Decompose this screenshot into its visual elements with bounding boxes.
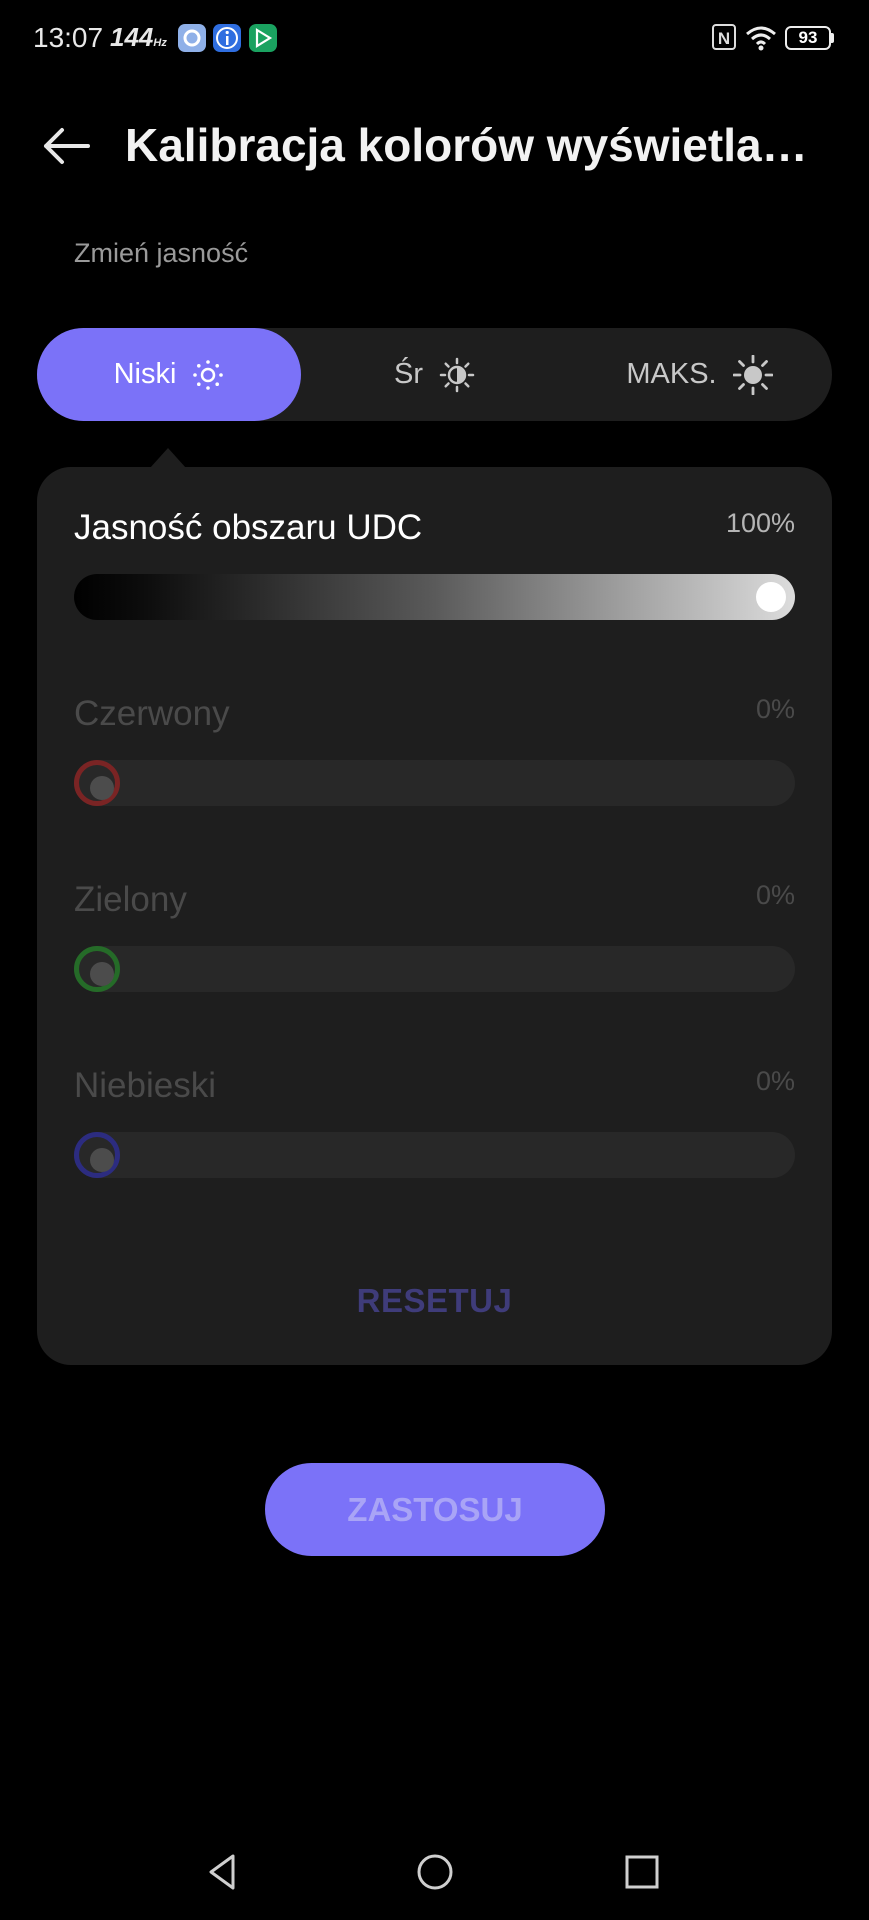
nav-recents-icon[interactable] <box>620 1850 664 1894</box>
brightness-section-label: Zmień jasność <box>74 238 249 268</box>
brightness-option-max[interactable]: MAKS. <box>567 328 832 421</box>
red-slider[interactable] <box>74 760 795 806</box>
blue-label: Niebieski <box>74 1066 216 1105</box>
settings-app-icon <box>178 24 206 52</box>
red-value: 0% <box>755 694 795 724</box>
refresh-rate-indicator: 144Hz <box>110 22 167 52</box>
brightness-option-medium[interactable]: Śr <box>302 328 567 421</box>
wifi-icon <box>745 24 777 57</box>
brightness-option-label: MAKS. <box>626 358 717 390</box>
battery-icon: 93 <box>785 26 831 50</box>
slider-thumb[interactable] <box>74 946 120 992</box>
slider-thumb[interactable] <box>74 1132 120 1178</box>
udc-brightness-value: 100% <box>725 508 795 538</box>
green-value: 0% <box>755 880 795 910</box>
slider-thumb[interactable] <box>74 760 120 806</box>
nfc-icon: N <box>712 24 736 50</box>
status-time: 13:07 <box>33 22 104 53</box>
slider-thumb[interactable] <box>756 582 786 612</box>
play-store-icon <box>249 24 277 52</box>
selection-pointer <box>150 448 186 468</box>
info-app-icon <box>213 24 241 52</box>
udc-brightness-label: Jasność obszaru UDC <box>74 508 423 547</box>
green-slider[interactable] <box>74 946 795 992</box>
back-button[interactable] <box>38 118 94 174</box>
nav-home-icon[interactable] <box>413 1850 457 1894</box>
brightness-option-label: Śr <box>394 358 423 390</box>
apply-button[interactable]: ZASTOSUJ <box>265 1463 605 1556</box>
blue-value: 0% <box>755 1066 795 1096</box>
battery-cap <box>831 33 834 43</box>
brightness-selector: Niski Śr MAKS. <box>37 328 832 421</box>
brightness-option-low[interactable]: Niski <box>37 328 301 421</box>
sun-half-icon <box>439 357 475 392</box>
back-arrow-icon <box>44 128 90 164</box>
sun-low-icon <box>193 359 224 390</box>
udc-brightness-slider[interactable] <box>74 574 795 620</box>
page-title: Kalibracja kolorów wyświetla… <box>125 119 805 171</box>
status-bar: 13:07 144Hz N 93 <box>0 0 869 76</box>
brightness-option-label: Niski <box>113 358 177 390</box>
reset-button[interactable]: RESETUJ <box>37 1282 832 1320</box>
green-label: Zielony <box>74 880 187 919</box>
blue-slider[interactable] <box>74 1132 795 1178</box>
nav-back-icon[interactable] <box>201 1850 245 1894</box>
sun-max-icon <box>732 354 773 395</box>
red-label: Czerwony <box>74 694 230 733</box>
